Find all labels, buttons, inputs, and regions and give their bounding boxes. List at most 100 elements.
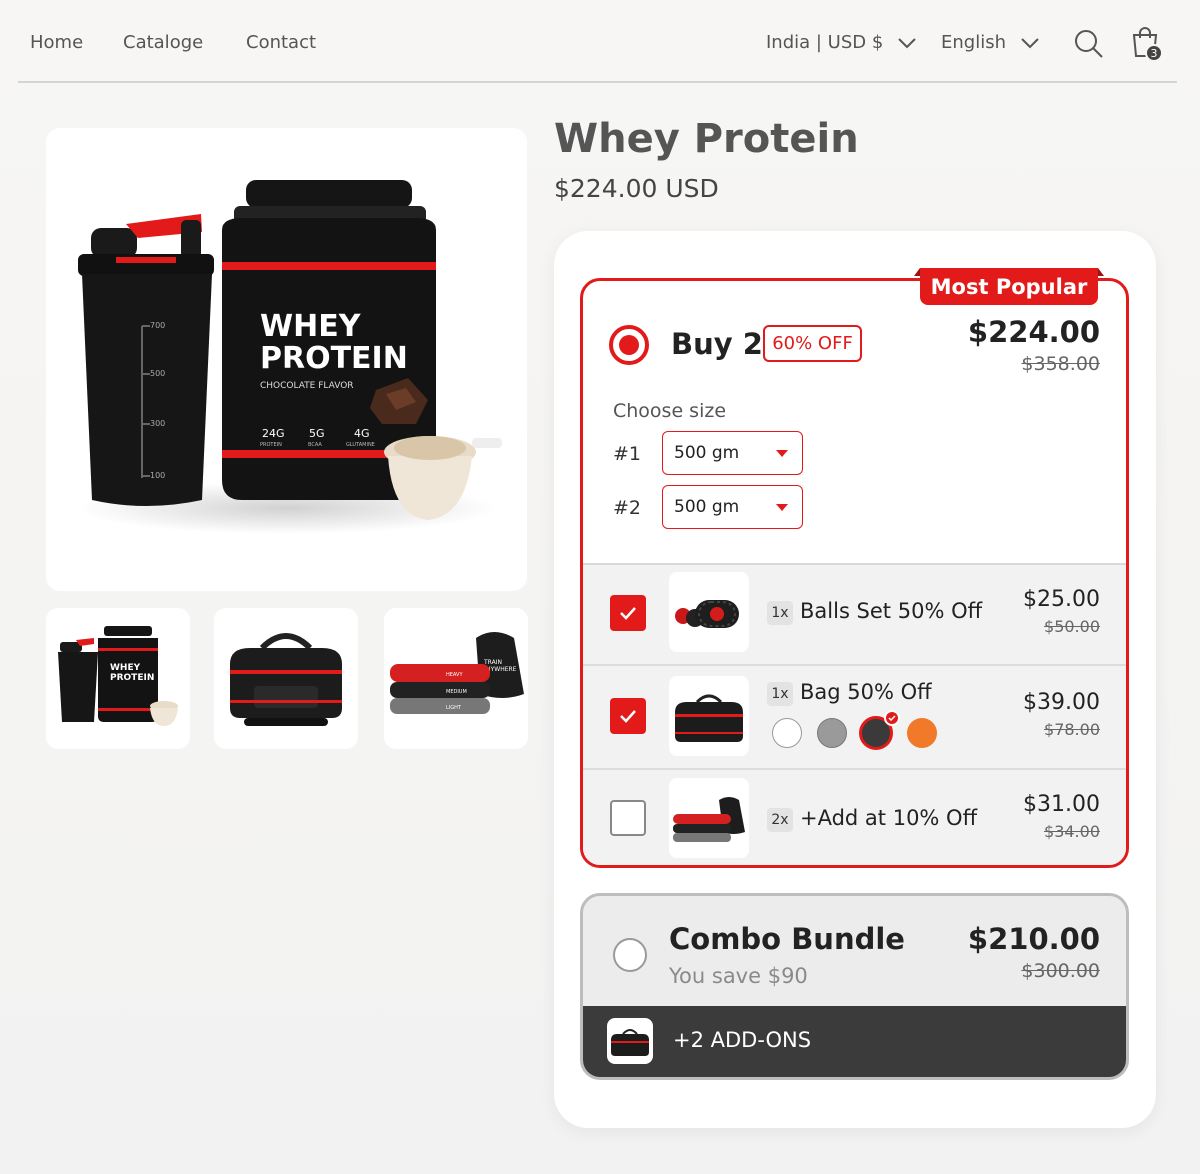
addon-qty: 1x	[767, 601, 793, 625]
shaker-scale-label: 500	[150, 369, 165, 378]
addon-old-price: $34.00	[1044, 822, 1100, 841]
combo-price: $210.00	[967, 922, 1100, 956]
shaker-scale-label: 700	[150, 321, 165, 330]
discount-badge: 60% OFF	[763, 325, 862, 362]
search-button[interactable]	[1074, 29, 1104, 63]
addon-thumb-bands	[669, 778, 749, 858]
combo-addons-bar[interactable]: +2 ADD-ONS	[583, 1006, 1126, 1077]
size-select-value: 500 gm	[674, 497, 740, 517]
offer-label: Buy 2	[671, 327, 763, 361]
tub-title-line1: WHEY	[260, 309, 362, 344]
tub-stat-value: 24G	[262, 427, 285, 440]
addon-name: +Add at 10% Off	[800, 806, 978, 830]
color-swatch-black-selected[interactable]	[859, 710, 900, 750]
addon-row-balls: 1x Balls Set 50% Off $25.00 $50.00	[583, 565, 1126, 668]
addon-price: $39.00	[1023, 690, 1100, 715]
chevron-down-icon	[898, 37, 917, 48]
ribbon-fold	[1098, 268, 1104, 276]
shaker-scale-label: 100	[150, 471, 165, 480]
site-header: Home Cataloge Contact India | USD $ Engl…	[18, 0, 1177, 83]
addon-name: Bag 50% Off	[800, 680, 932, 704]
combo-bundle-radio[interactable]	[613, 938, 647, 972]
addon-checkbox-bands[interactable]	[610, 800, 646, 836]
nav-contact-link[interactable]: Contact	[246, 32, 316, 53]
offer-old-price: $358.00	[1021, 353, 1100, 375]
product-illustration: 700 500 300 100 WHEY PROTEIN CHOCOLATE F…	[76, 180, 502, 534]
combo-title: Combo Bundle	[669, 922, 905, 956]
size-select-value: 500 gm	[674, 443, 740, 463]
color-swatch-orange[interactable]	[907, 718, 937, 748]
check-icon	[620, 607, 636, 620]
tub-flavor: CHOCOLATE FLAVOR	[260, 381, 354, 391]
thumb-tub-line1: WHEY	[110, 663, 141, 673]
tub-stat-value: 4G	[354, 427, 370, 440]
combo-addon-thumb	[607, 1018, 653, 1064]
color-swatch-gray[interactable]	[817, 718, 847, 748]
cart-count-badge: 3	[1145, 44, 1163, 62]
band-label-heavy: HEAVY	[446, 672, 463, 678]
region-selector-label: India | USD $	[766, 32, 884, 53]
choose-size-label: Choose size	[613, 400, 727, 422]
size-row-label: #2	[613, 497, 642, 519]
addons-list: 1x Balls Set 50% Off $25.00 $50.00 1x Ba…	[583, 563, 1126, 865]
main-product-image: 700 500 300 100 WHEY PROTEIN CHOCOLATE F…	[46, 128, 527, 591]
shaker-scale-label: 300	[150, 419, 165, 428]
addon-old-price: $78.00	[1044, 720, 1100, 739]
nav-home-link[interactable]: Home	[30, 32, 83, 53]
band-label-light: LIGHT	[446, 705, 462, 711]
product-title: Whey Protein	[554, 116, 859, 162]
gallery-thumb-bands[interactable]: TRAIN ANYWHERE HEAVY MEDIUM LIGHT	[384, 608, 528, 749]
nav-cataloge-link[interactable]: Cataloge	[123, 32, 203, 53]
tub-stat-value: 5G	[309, 427, 325, 440]
size-select-1[interactable]: 500 gm	[662, 431, 803, 475]
buy-2-radio[interactable]	[609, 325, 649, 365]
offer-price: $224.00	[967, 315, 1100, 349]
addon-qty: 2x	[767, 808, 793, 832]
addon-checkbox-balls[interactable]	[610, 595, 646, 631]
bundle-offer-card: Most Popular Buy 2 60% OFF $224.00 $358.…	[554, 231, 1156, 1128]
check-icon	[620, 710, 636, 723]
combo-bundle-offer[interactable]: Combo Bundle You save $90 $210.00 $300.0…	[580, 893, 1129, 1080]
color-swatch-white[interactable]	[772, 718, 802, 748]
combo-old-price: $300.00	[1021, 960, 1100, 982]
caret-down-icon	[776, 450, 788, 457]
tub-title-line2: PROTEIN	[260, 341, 408, 376]
bag-thumb-illustration	[230, 633, 342, 726]
addon-checkbox-bag[interactable]	[610, 698, 646, 734]
combo-addons-label: +2 ADD-ONS	[673, 1028, 812, 1052]
balls-set-illustration	[675, 600, 739, 628]
bag-print-line1: TRAIN	[483, 659, 502, 666]
addon-row-bag: 1x Bag 50% Off $39.00 $78.00	[583, 664, 1126, 767]
protein-thumb-illustration: WHEY PROTEIN	[58, 626, 178, 726]
addon-thumb-balls	[669, 572, 749, 652]
gallery-thumb-protein[interactable]: WHEY PROTEIN	[46, 608, 190, 749]
tub-stat-label: BCAA	[308, 442, 322, 448]
addon-price: $25.00	[1023, 587, 1100, 612]
addon-qty: 1x	[767, 682, 793, 706]
addon-price: $31.00	[1023, 792, 1100, 817]
addon-name: Balls Set 50% Off	[800, 599, 983, 623]
addon-old-price: $50.00	[1044, 617, 1100, 636]
product-price: $224.00 USD	[554, 174, 719, 203]
bag-icon	[611, 1029, 649, 1056]
shaker-bottle: 700 500 300 100	[78, 214, 214, 506]
size-select-2[interactable]: 500 gm	[662, 485, 803, 529]
bag-illustration	[675, 694, 743, 742]
bands-illustration	[673, 797, 745, 842]
most-popular-ribbon: Most Popular	[920, 268, 1098, 305]
selected-check-icon	[884, 710, 900, 726]
chevron-down-icon	[1021, 37, 1039, 48]
buy-2-offer[interactable]: Buy 2 60% OFF $224.00 $358.00 Choose siz…	[580, 278, 1129, 868]
cart-button[interactable]: 3	[1131, 26, 1163, 62]
combo-savings: You save $90	[669, 964, 808, 988]
thumb-tub-line2: PROTEIN	[110, 673, 154, 683]
gallery-thumb-bag[interactable]	[214, 608, 358, 749]
language-selector[interactable]: English	[941, 32, 1040, 53]
bands-thumb-illustration: TRAIN ANYWHERE HEAVY MEDIUM LIGHT	[390, 632, 524, 714]
addon-row-bands: 2x +Add at 10% Off $31.00 $34.00	[583, 768, 1126, 865]
tub-stat-label: PROTEIN	[260, 442, 282, 448]
size-row-label: #1	[613, 443, 642, 465]
region-selector[interactable]: India | USD $	[766, 32, 917, 53]
addon-thumb-bag	[669, 676, 749, 756]
tub-stat-label: GLUTAMINE	[346, 442, 375, 448]
